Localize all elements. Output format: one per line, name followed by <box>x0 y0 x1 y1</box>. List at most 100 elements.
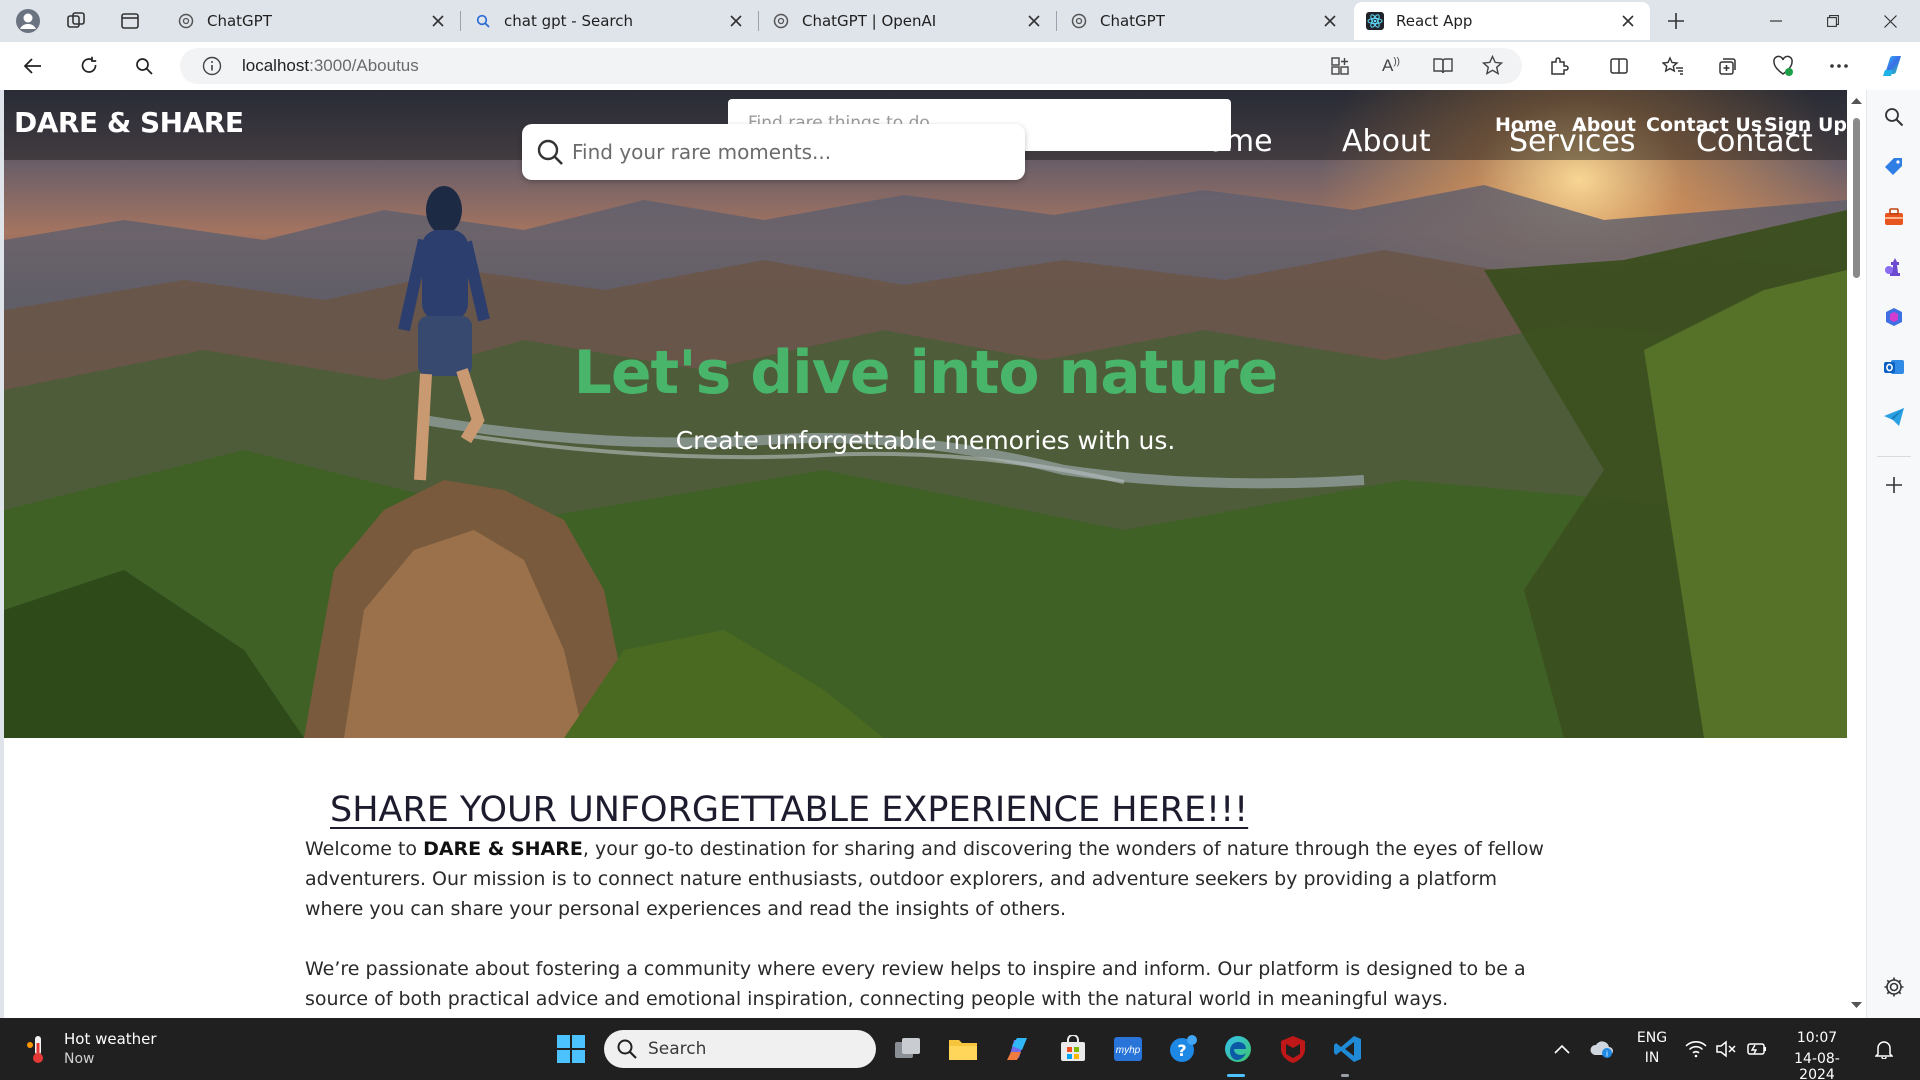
clock-time[interactable]: 10:07 <box>1780 1030 1854 1046</box>
sidebar-add-button[interactable] <box>1879 470 1909 500</box>
weather-title[interactable]: Hot weather <box>64 1030 157 1048</box>
tab-react-app[interactable]: React App <box>1354 2 1650 40</box>
language-bottom[interactable]: IN <box>1634 1050 1670 1066</box>
browser-tabstrip: ChatGPT chat gpt - Search ChatGPT | Open… <box>0 0 1920 42</box>
back-button[interactable] <box>14 48 52 84</box>
app-available-icon[interactable] <box>1330 56 1350 80</box>
show-hidden-icons-button[interactable] <box>1544 1031 1580 1067</box>
favorites-button[interactable] <box>1654 48 1692 84</box>
page-scrollbar[interactable] <box>1847 90 1866 1018</box>
tab-divider <box>758 11 759 31</box>
edge-taskbar-button[interactable] <box>1220 1031 1256 1067</box>
battery-button[interactable] <box>1738 1031 1774 1067</box>
hero-subtitle: Create unforgettable memories with us. <box>675 426 1176 455</box>
tab-chatgpt-2[interactable]: ChatGPT <box>1058 2 1352 40</box>
sidebar-games-button[interactable] <box>1879 252 1909 282</box>
scroll-thumb[interactable] <box>1853 118 1860 278</box>
about-content: SHARE YOUR UNFORGETTABLE EXPERIENCE HERE… <box>4 738 1847 1018</box>
browser-essentials-button[interactable] <box>1764 48 1802 84</box>
immersive-reader-icon[interactable] <box>1432 56 1454 80</box>
favorite-star-icon[interactable] <box>1481 54 1504 80</box>
sidebar-outlook-button[interactable] <box>1879 352 1909 382</box>
weather-subtitle[interactable]: Now <box>64 1051 95 1067</box>
sidebar-search-button[interactable] <box>1879 102 1909 132</box>
nav-about[interactable]: About <box>1572 114 1636 136</box>
tab-actions-button[interactable] <box>112 5 148 37</box>
support-assistant-button[interactable]: ? <box>1165 1031 1201 1067</box>
sidebar-shopping-button[interactable] <box>1879 152 1909 182</box>
myhp-icon: myhp <box>1114 1037 1142 1061</box>
onedrive-button[interactable]: i <box>1584 1031 1620 1067</box>
site-brand[interactable]: DARE & SHARE <box>14 106 244 139</box>
close-tab-icon[interactable] <box>428 11 448 31</box>
weather-widget[interactable] <box>20 1031 56 1067</box>
mcafee-button[interactable] <box>1275 1031 1311 1067</box>
copilot-button[interactable] <box>1874 48 1912 84</box>
nav-sign-up[interactable]: Sign Up <box>1764 114 1847 136</box>
close-window-button[interactable] <box>1862 0 1918 42</box>
nav-home-large[interactable]: Home <box>1184 124 1273 159</box>
profile-button[interactable] <box>10 5 46 37</box>
extensions-button[interactable] <box>1540 48 1578 84</box>
start-button[interactable] <box>553 1031 589 1067</box>
thermometer-icon <box>27 1036 43 1063</box>
tab-chatgpt-search[interactable]: chat gpt - Search <box>462 2 759 40</box>
sidebar-telegram-button[interactable] <box>1879 402 1909 432</box>
cloud-sync-icon: i <box>1590 1041 1613 1059</box>
split-screen-button[interactable] <box>1600 48 1638 84</box>
sidebar-tools-button[interactable] <box>1879 202 1909 232</box>
clock-date[interactable]: 14-08-2024 <box>1780 1051 1854 1080</box>
moments-search-input[interactable] <box>572 134 1012 170</box>
svg-text:myhp: myhp <box>1116 1045 1141 1056</box>
language-top[interactable]: ENG <box>1634 1030 1670 1046</box>
minimize-button[interactable] <box>1748 0 1804 42</box>
url-text[interactable]: localhost:3000/Aboutus <box>242 56 419 76</box>
settings-more-button[interactable] <box>1820 48 1858 84</box>
taskbar-search[interactable]: Search <box>604 1030 876 1068</box>
chess-piece-icon <box>1885 258 1900 276</box>
new-tab-button[interactable] <box>1658 5 1694 37</box>
nav-home[interactable]: Home <box>1495 114 1557 136</box>
tab-chatgpt-openai[interactable]: ChatGPT | OpenAI <box>760 2 1057 40</box>
close-tab-icon[interactable] <box>1320 11 1340 31</box>
search-icon <box>136 58 153 75</box>
restore-button[interactable] <box>1805 0 1861 42</box>
nav-about-large[interactable]: About <box>1342 124 1431 159</box>
search-page-button[interactable] <box>125 48 163 84</box>
sidebar-m365-button[interactable] <box>1879 302 1909 332</box>
moments-search-box[interactable] <box>522 124 1025 180</box>
close-tab-icon[interactable] <box>1024 11 1044 31</box>
copilot-taskbar-button[interactable] <box>1000 1031 1036 1067</box>
scroll-down-icon[interactable] <box>1847 998 1866 1012</box>
collections-button[interactable] <box>1708 48 1746 84</box>
refresh-button[interactable] <box>70 48 108 84</box>
close-tab-icon[interactable] <box>1618 11 1638 31</box>
microsoft-store-button[interactable] <box>1055 1031 1091 1067</box>
about-heading: SHARE YOUR UNFORGETTABLE EXPERIENCE HERE… <box>330 790 1249 830</box>
sidebar-divider <box>1877 456 1911 457</box>
hero-section: DARE & SHARE Find rare things to do Home… <box>4 90 1847 738</box>
vscode-button[interactable] <box>1330 1031 1366 1067</box>
workspaces-button[interactable] <box>58 5 94 37</box>
toolbox-icon <box>1885 208 1903 225</box>
close-tab-icon[interactable] <box>726 11 746 31</box>
hero-title: Let's dive into nature <box>573 338 1279 408</box>
plus-icon <box>1886 477 1902 493</box>
split-screen-icon <box>1610 58 1628 74</box>
file-explorer-button[interactable] <box>945 1031 981 1067</box>
browser-toolbar: localhost:3000/Aboutus A)) <box>0 42 1920 90</box>
search-icon <box>1885 108 1904 127</box>
url-host: localhost <box>242 56 310 75</box>
site-info-icon[interactable] <box>202 56 222 80</box>
scroll-up-icon[interactable] <box>1847 94 1866 108</box>
nav-contact-us[interactable]: Contact Us <box>1646 114 1762 136</box>
tab-chatgpt-1[interactable]: ChatGPT <box>165 2 461 40</box>
address-bar[interactable]: localhost:3000/Aboutus A)) <box>180 48 1522 84</box>
refresh-icon <box>81 56 97 73</box>
vscode-icon <box>1334 1036 1361 1062</box>
myhp-button[interactable]: myhp <box>1110 1031 1146 1067</box>
notifications-button[interactable] <box>1866 1031 1902 1067</box>
sidebar-settings-button[interactable] <box>1879 972 1909 1002</box>
read-aloud-icon[interactable]: A)) <box>1382 56 1400 76</box>
task-view-button[interactable] <box>890 1031 926 1067</box>
